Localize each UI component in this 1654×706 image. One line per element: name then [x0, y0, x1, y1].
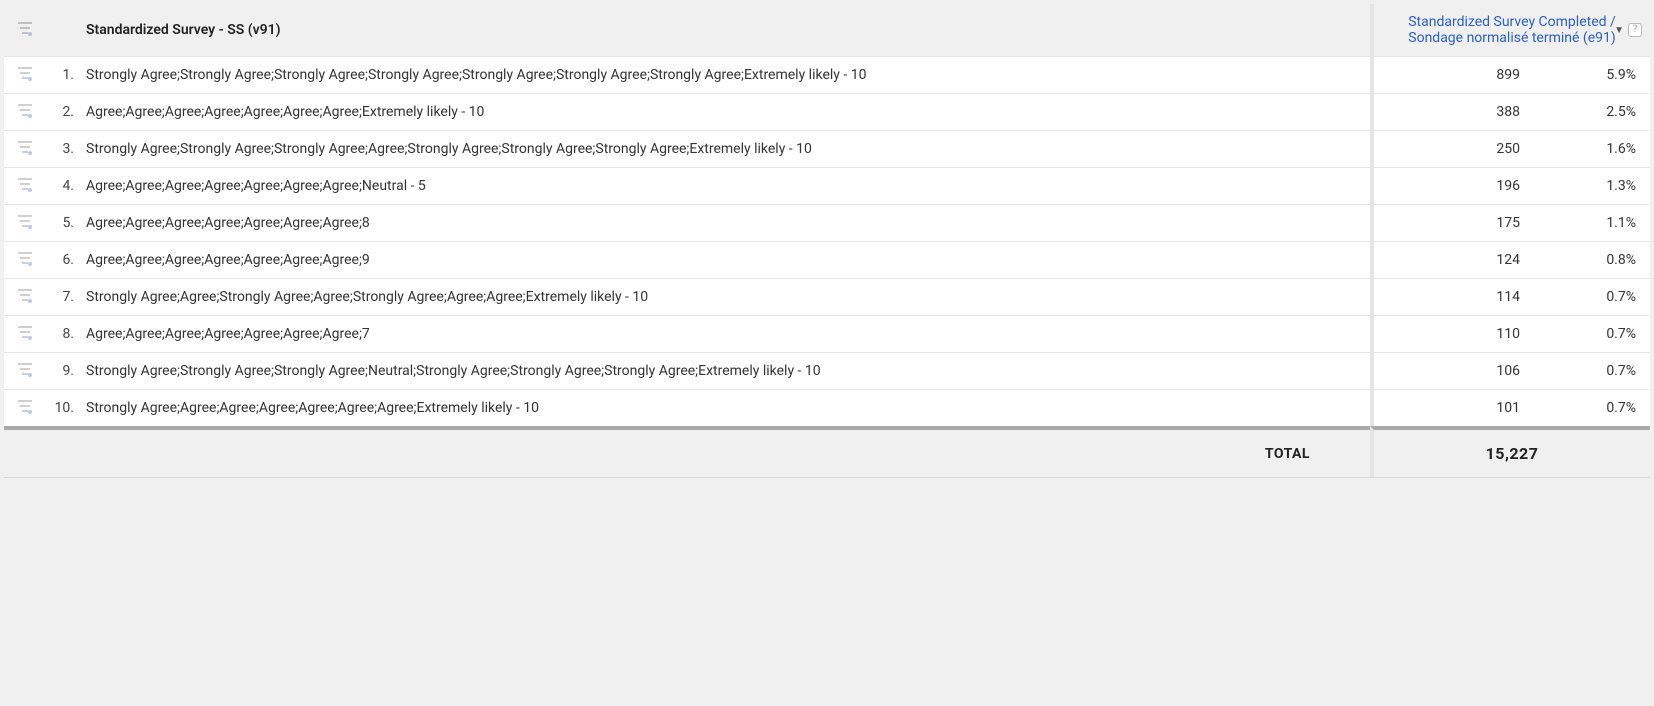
row-label[interactable]: Agree;Agree;Agree;Agree;Agree;Agree;Agre…	[80, 241, 1370, 278]
table-row[interactable]: 7. Strongly Agree;Agree;Strongly Agree;A…	[4, 278, 1650, 315]
row-label[interactable]: Strongly Agree;Strongly Agree;Strongly A…	[80, 130, 1370, 167]
row-percent: 0.7%	[1540, 315, 1650, 352]
row-percent: 0.7%	[1540, 389, 1650, 426]
row-rank: 2.	[46, 93, 80, 130]
row-percent: 1.1%	[1540, 204, 1650, 241]
breakdown-icon[interactable]	[17, 398, 33, 418]
table-row[interactable]: 9. Strongly Agree;Strongly Agree;Strongl…	[4, 352, 1650, 389]
row-rank: 10.	[46, 389, 80, 426]
breakdown-icon[interactable]	[17, 139, 33, 159]
row-label[interactable]: Agree;Agree;Agree;Agree;Agree;Agree;Agre…	[80, 167, 1370, 204]
row-rank: 7.	[46, 278, 80, 315]
table-row[interactable]: 3. Strongly Agree;Strongly Agree;Strongl…	[4, 130, 1650, 167]
report-table: Standardized Survey - SS (v91) Standardi…	[4, 4, 1650, 513]
row-rank: 9.	[46, 352, 80, 389]
breakdown-icon[interactable]	[17, 324, 33, 344]
row-label[interactable]: Strongly Agree;Agree;Agree;Agree;Agree;A…	[80, 389, 1370, 426]
breakdown-icon[interactable]	[17, 361, 33, 381]
row-value: 124	[1370, 241, 1540, 278]
help-icon[interactable]: ?	[1628, 23, 1642, 37]
row-rank: 4.	[46, 167, 80, 204]
row-percent: 2.5%	[1540, 93, 1650, 130]
table-row[interactable]: 4. Agree;Agree;Agree;Agree;Agree;Agree;A…	[4, 167, 1650, 204]
row-percent: 5.9%	[1540, 56, 1650, 93]
total-label: TOTAL	[4, 426, 1370, 477]
breakdown-icon[interactable]	[17, 102, 33, 122]
row-value: 196	[1370, 167, 1540, 204]
row-label[interactable]: Agree;Agree;Agree;Agree;Agree;Agree;Agre…	[80, 204, 1370, 241]
row-percent: 0.8%	[1540, 241, 1650, 278]
row-value: 114	[1370, 278, 1540, 315]
row-rank: 8.	[46, 315, 80, 352]
row-rank: 6.	[46, 241, 80, 278]
breakdown-icon[interactable]	[17, 250, 33, 270]
total-value: 15,227	[1370, 426, 1650, 477]
table-row[interactable]: 10. Strongly Agree;Agree;Agree;Agree;Agr…	[4, 389, 1650, 426]
row-rank: 1.	[46, 56, 80, 93]
row-value: 388	[1370, 93, 1540, 130]
row-percent: 1.3%	[1540, 167, 1650, 204]
breakdown-icon[interactable]	[17, 20, 33, 40]
row-value: 175	[1370, 204, 1540, 241]
breakdown-icon[interactable]	[17, 176, 33, 196]
row-percent: 0.7%	[1540, 278, 1650, 315]
total-row: TOTAL 15,227	[4, 426, 1650, 477]
breakdown-icon[interactable]	[17, 287, 33, 307]
row-label[interactable]: Strongly Agree;Strongly Agree;Strongly A…	[80, 56, 1370, 93]
column-controls: ▼ ?	[1614, 23, 1642, 37]
table-row[interactable]: 5. Agree;Agree;Agree;Agree;Agree;Agree;A…	[4, 204, 1650, 241]
table-row[interactable]: 1. Strongly Agree;Strongly Agree;Strongl…	[4, 56, 1650, 93]
table-row[interactable]: 2. Agree;Agree;Agree;Agree;Agree;Agree;A…	[4, 93, 1650, 130]
row-value: 101	[1370, 389, 1540, 426]
row-rank: 5.	[46, 204, 80, 241]
row-value: 250	[1370, 130, 1540, 167]
table-row[interactable]: 6. Agree;Agree;Agree;Agree;Agree;Agree;A…	[4, 241, 1650, 278]
dimension-title: Standardized Survey - SS (v91)	[86, 22, 281, 38]
table-row[interactable]: 8. Agree;Agree;Agree;Agree;Agree;Agree;A…	[4, 315, 1650, 352]
row-label[interactable]: Strongly Agree;Agree;Strongly Agree;Agre…	[80, 278, 1370, 315]
breakdown-icon[interactable]	[17, 213, 33, 233]
footer-spacer-row	[4, 477, 1650, 513]
row-label[interactable]: Strongly Agree;Strongly Agree;Strongly A…	[80, 352, 1370, 389]
metric-header-link[interactable]: Standardized Survey Completed / Sondage …	[1398, 14, 1626, 46]
row-label[interactable]: Agree;Agree;Agree;Agree;Agree;Agree;Agre…	[80, 315, 1370, 352]
row-percent: 0.7%	[1540, 352, 1650, 389]
breakdown-icon[interactable]	[17, 65, 33, 85]
row-value: 106	[1370, 352, 1540, 389]
row-label[interactable]: Agree;Agree;Agree;Agree;Agree;Agree;Agre…	[80, 93, 1370, 130]
table-header-row: Standardized Survey - SS (v91) Standardi…	[4, 4, 1650, 56]
row-rank: 3.	[46, 130, 80, 167]
row-percent: 1.6%	[1540, 130, 1650, 167]
row-value: 899	[1370, 56, 1540, 93]
row-value: 110	[1370, 315, 1540, 352]
sort-descending-icon[interactable]: ▼	[1614, 25, 1624, 36]
